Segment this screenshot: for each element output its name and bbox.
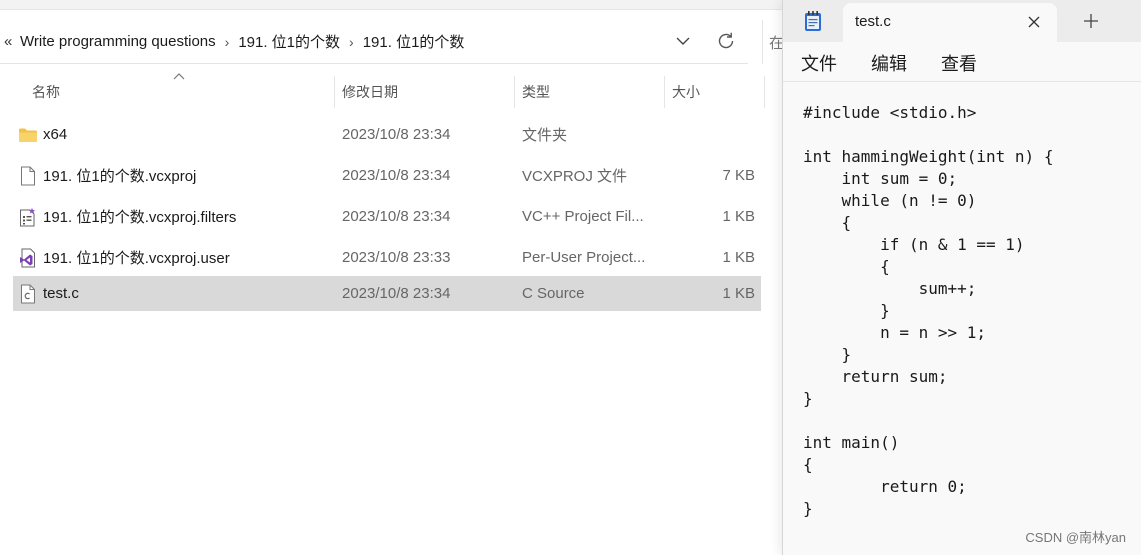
code-line: if (n & 1 == 1) bbox=[803, 235, 1025, 254]
file-size: 1 KB bbox=[722, 285, 755, 302]
filters-file-icon bbox=[17, 196, 39, 237]
c-source-file-icon bbox=[17, 276, 39, 311]
column-divider[interactable] bbox=[334, 76, 335, 108]
menu-view[interactable]: 查看 bbox=[941, 50, 977, 76]
file-name: x64 bbox=[43, 126, 68, 143]
notepad-app-icon bbox=[802, 10, 824, 32]
file-size: 1 KB bbox=[722, 249, 755, 266]
explorer-toolbar-edge bbox=[0, 0, 782, 10]
file-type: VC++ Project Fil... bbox=[522, 208, 644, 225]
breadcrumb-separator-icon[interactable]: › bbox=[349, 34, 354, 50]
column-header-date[interactable]: 修改日期 bbox=[342, 70, 398, 114]
file-type: VCXPROJ 文件 bbox=[522, 168, 628, 185]
file-name: test.c bbox=[43, 285, 79, 302]
file-size: 7 KB bbox=[722, 167, 755, 184]
code-line: return 0; bbox=[803, 477, 967, 496]
watermark: CSDN @南林yan bbox=[1025, 530, 1126, 545]
column-divider[interactable] bbox=[764, 76, 765, 108]
file-type: 文件夹 bbox=[522, 127, 568, 144]
folder-icon bbox=[17, 114, 39, 155]
file-size: 1 KB bbox=[722, 208, 755, 225]
code-line: } bbox=[803, 301, 890, 320]
column-header-name[interactable]: 名称 bbox=[32, 70, 60, 114]
code-line: int main() bbox=[803, 433, 900, 452]
file-date: 2023/10/8 23:34 bbox=[342, 285, 451, 302]
file-date: 2023/10/8 23:34 bbox=[342, 208, 451, 225]
file-date: 2023/10/8 23:34 bbox=[342, 167, 451, 184]
breadcrumb-segment[interactable]: Write programming questions bbox=[20, 33, 216, 50]
tab-title: test.c bbox=[855, 13, 891, 30]
notepad-menu-bar: 文件 编辑 查看 bbox=[783, 42, 1141, 82]
code-line: return sum; bbox=[803, 367, 948, 386]
file-explorer-window: « Write programming questions › 191. 位1的… bbox=[0, 0, 784, 555]
new-tab-plus-icon[interactable] bbox=[1079, 9, 1103, 33]
vs-user-file-icon bbox=[17, 237, 39, 278]
notepad-window: test.c 文件 编辑 查看 #include <stdio.h> int h… bbox=[782, 0, 1141, 555]
refresh-icon[interactable] bbox=[714, 29, 738, 53]
code-editor[interactable]: #include <stdio.h> int hammingWeight(int… bbox=[783, 82, 1141, 555]
column-header-size[interactable]: 大小 bbox=[672, 70, 700, 114]
tab-test-c[interactable]: test.c bbox=[843, 3, 1057, 42]
column-header-row: 名称 修改日期 类型 大小 bbox=[0, 70, 782, 114]
breadcrumb-overflow-icon[interactable]: « bbox=[0, 33, 20, 50]
code-line: } bbox=[803, 345, 852, 364]
column-divider[interactable] bbox=[514, 76, 515, 108]
code-line: int hammingWeight(int n) { bbox=[803, 147, 1054, 166]
file-name: 191. 位1的个数.vcxproj.filters bbox=[43, 209, 237, 226]
file-row-vcxproj-filters[interactable]: 191. 位1的个数.vcxproj.filters 2023/10/8 23:… bbox=[13, 196, 761, 237]
file-list: x64 2023/10/8 23:34 文件夹 191. 位1的个数.vcxpr… bbox=[13, 114, 761, 313]
code-line: int sum = 0; bbox=[803, 169, 958, 188]
file-icon bbox=[17, 155, 39, 196]
breadcrumb-segment[interactable]: 191. 位1的个数 bbox=[363, 31, 465, 52]
code-line: } bbox=[803, 499, 813, 518]
column-divider[interactable] bbox=[664, 76, 665, 108]
file-row-x64[interactable]: x64 2023/10/8 23:34 文件夹 bbox=[13, 114, 761, 155]
code-line: sum++; bbox=[803, 279, 977, 298]
code-line: { bbox=[803, 257, 890, 276]
file-type: C Source bbox=[522, 285, 585, 302]
code-line: } bbox=[803, 389, 813, 408]
file-row-vcxproj[interactable]: 191. 位1的个数.vcxproj 2023/10/8 23:34 VCXPR… bbox=[13, 155, 761, 196]
menu-file[interactable]: 文件 bbox=[801, 50, 837, 76]
file-row-vcxproj-user[interactable]: 191. 位1的个数.vcxproj.user 2023/10/8 23:33 … bbox=[13, 237, 761, 278]
chevron-down-icon[interactable] bbox=[672, 30, 694, 52]
code-line: n = n >> 1; bbox=[803, 323, 987, 342]
breadcrumb-segment[interactable]: 191. 位1的个数 bbox=[238, 31, 340, 52]
address-row: « Write programming questions › 191. 位1的… bbox=[0, 20, 784, 64]
address-bar[interactable]: « Write programming questions › 191. 位1的… bbox=[0, 20, 748, 64]
file-name: 191. 位1的个数.vcxproj bbox=[43, 168, 197, 185]
menu-edit[interactable]: 编辑 bbox=[871, 50, 907, 76]
file-row-test-c[interactable]: test.c 2023/10/8 23:34 C Source 1 KB bbox=[13, 276, 761, 311]
code-line: #include <stdio.h> bbox=[803, 103, 977, 122]
code-line: while (n != 0) bbox=[803, 191, 977, 210]
code-line: { bbox=[803, 455, 813, 474]
file-date: 2023/10/8 23:33 bbox=[342, 249, 451, 266]
breadcrumb-separator-icon[interactable]: › bbox=[225, 34, 230, 50]
file-name: 191. 位1的个数.vcxproj.user bbox=[43, 250, 230, 267]
column-header-type[interactable]: 类型 bbox=[522, 70, 550, 114]
code-line: { bbox=[803, 213, 852, 232]
file-date: 2023/10/8 23:34 bbox=[342, 126, 451, 143]
file-type: Per-User Project... bbox=[522, 249, 646, 266]
notepad-titlebar[interactable]: test.c bbox=[783, 0, 1141, 42]
close-icon[interactable] bbox=[1023, 11, 1045, 33]
